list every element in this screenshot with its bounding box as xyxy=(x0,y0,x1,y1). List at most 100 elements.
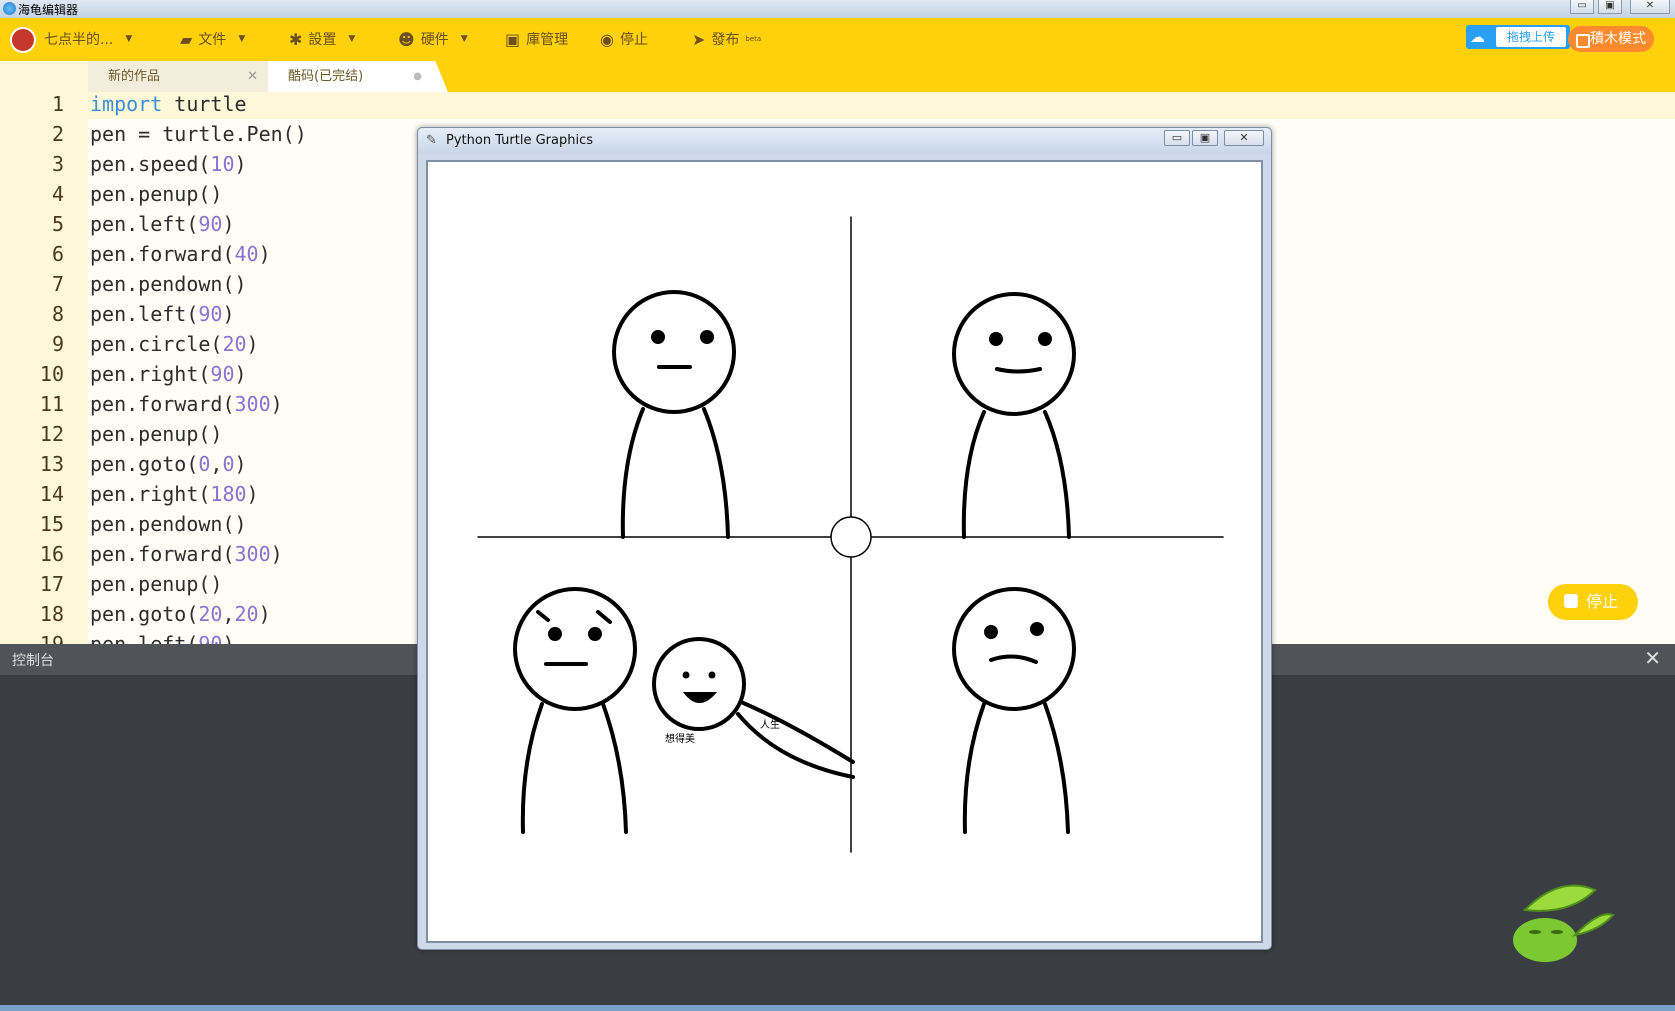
code-text: pen.penup() xyxy=(90,572,223,596)
drag-upload-label: 拖拽上传 xyxy=(1496,27,1566,47)
chevron-down-icon: ▼ xyxy=(238,34,246,44)
line-number: 17 xyxy=(39,572,64,596)
turtle-graphics-window[interactable]: ✎ Python Turtle Graphics ▭ ▣ ✕ 人生 想得美 xyxy=(417,127,1272,950)
unsaved-dot-icon[interactable]: ● xyxy=(413,61,422,92)
tab-new-work[interactable]: 新的作品 ✕ xyxy=(88,61,268,92)
line-number: 10 xyxy=(39,362,64,386)
mascot-plant-icon xyxy=(1513,884,1615,962)
tab-label: 酷码(已完结) xyxy=(288,69,364,84)
block-mode-button[interactable]: 積木模式 xyxy=(1568,26,1654,52)
console-title: 控制台 xyxy=(12,653,54,669)
send-icon: ➤ xyxy=(692,29,706,49)
code-text: pen.penup() xyxy=(90,422,223,446)
line-number: 7 xyxy=(51,272,64,296)
gear-icon: ✱ xyxy=(289,29,303,49)
smile-mouth xyxy=(683,692,717,703)
chevron-down-icon: ▼ xyxy=(125,34,133,44)
folder-icon: ▰ xyxy=(180,29,193,49)
line-number: 1 xyxy=(51,92,64,116)
line-number: 2 xyxy=(51,122,64,146)
file-tabs: 新的作品 ✕ 酷码(已完结) ● xyxy=(0,61,1675,92)
eye-dot xyxy=(1030,622,1044,636)
inbox-icon: ▣ xyxy=(505,29,521,49)
code-text: pen.goto(0,0) xyxy=(90,452,247,476)
close-icon[interactable]: ✕ xyxy=(247,61,258,92)
code-line[interactable]: 1 import turtle xyxy=(0,92,1675,119)
maximize-button[interactable]: ▣ xyxy=(1598,0,1622,14)
settings-menu-label: 設置 xyxy=(308,32,337,48)
code-text: pen.left(90) xyxy=(90,632,235,644)
line-number: 18 xyxy=(39,602,64,626)
turtle-maximize-button[interactable]: ▣ xyxy=(1192,130,1218,146)
feather-icon: ✎ xyxy=(426,133,437,148)
code-text: pen.pendown() xyxy=(90,272,247,296)
line-number: 3 xyxy=(51,152,64,176)
tab-kuma[interactable]: 酷码(已完结) ● xyxy=(268,61,448,92)
user-name: 七点半的... xyxy=(44,32,114,48)
line-number: 16 xyxy=(39,542,64,566)
eye-dot xyxy=(651,330,665,344)
turtle-canvas[interactable]: 人生 想得美 xyxy=(426,160,1263,943)
cloud-icon: ☁ xyxy=(1470,28,1485,46)
turtle-close-button[interactable]: ✕ xyxy=(1224,130,1264,146)
main-toolbar: 七点半的... ▼ ▰ 文件 ▼ ✱ 設置 ▼ ☻ 硬件 ▼ ▣ 庫管理 ◉ 停止 ➤ 發布 beta… xyxy=(0,18,1675,61)
code-text: pen.goto(20,20) xyxy=(90,602,271,626)
library-button[interactable]: ▣ 庫管理 xyxy=(505,29,568,49)
chevron-down-icon: ▼ xyxy=(460,34,468,44)
stop-button[interactable]: ◉ 停止 xyxy=(600,29,648,49)
chevron-down-icon: ▼ xyxy=(348,34,356,44)
line-number: 15 xyxy=(39,512,64,536)
code-text: pen.speed(10) xyxy=(90,152,247,176)
taskbar xyxy=(0,1005,1675,1011)
tab-label: 新的作品 xyxy=(108,69,161,84)
user-menu[interactable]: 七点半的... ▼ xyxy=(44,29,132,49)
code-text: pen.pendown() xyxy=(90,512,247,536)
user-avatar[interactable] xyxy=(10,27,36,53)
library-label: 庫管理 xyxy=(526,32,569,48)
minimize-button[interactable]: ▭ xyxy=(1570,0,1594,14)
code-text: pen.forward(40) xyxy=(90,242,271,266)
code-text: pen.left(90) xyxy=(90,212,235,236)
robot-icon: ☻ xyxy=(398,29,415,49)
publish-button[interactable]: ➤ 發布 beta xyxy=(692,29,761,49)
app-logo-icon xyxy=(3,2,16,15)
line-number: 5 xyxy=(51,212,64,236)
line-number: 6 xyxy=(51,242,64,266)
eye-dot xyxy=(984,625,998,639)
line-number: 4 xyxy=(51,182,64,206)
label-dream: 想得美 xyxy=(665,732,695,745)
publish-label: 發布 xyxy=(711,32,740,48)
code-text: pen.left(90) xyxy=(90,302,235,326)
figure-top-left xyxy=(612,290,736,539)
line-number: 9 xyxy=(51,332,64,356)
figure-bottom-right xyxy=(952,587,1076,834)
app-title: 海龟编辑器 xyxy=(18,3,79,17)
code-text: pen.right(180) xyxy=(90,482,259,506)
beta-badge: beta xyxy=(745,35,762,43)
floating-stop-button[interactable]: 停止 xyxy=(1548,584,1638,620)
eye-dot xyxy=(588,627,602,641)
eye-dot xyxy=(548,627,562,641)
console-close-button[interactable]: ✕ xyxy=(1644,646,1661,670)
stop-icon: ◉ xyxy=(600,29,614,49)
eye-dot xyxy=(682,671,690,679)
turtle-minimize-button[interactable]: ▭ xyxy=(1164,130,1190,146)
tabs-gutter-spacer xyxy=(0,61,88,92)
hardware-menu[interactable]: ☻ 硬件 ▼ xyxy=(398,29,468,49)
code-text: pen.forward(300) xyxy=(90,542,283,566)
file-menu[interactable]: ▰ 文件 ▼ xyxy=(180,29,245,49)
turtle-drawing: 人生 想得美 xyxy=(477,216,1224,853)
hardware-menu-label: 硬件 xyxy=(420,32,449,48)
eye-dot xyxy=(708,671,716,679)
code-text: import turtle xyxy=(90,92,247,116)
turtle-window-title: Python Turtle Graphics xyxy=(446,133,593,148)
code-text: pen.penup() xyxy=(90,182,223,206)
label-life: 人生 xyxy=(760,718,780,731)
eye-dot xyxy=(1038,332,1052,346)
stop-label: 停止 xyxy=(619,32,648,48)
close-window-button[interactable]: ✕ xyxy=(1630,0,1670,14)
code-text: pen.right(90) xyxy=(90,362,247,386)
settings-menu[interactable]: ✱ 設置 ▼ xyxy=(289,29,355,49)
drag-upload-button[interactable]: ☁ 拖拽上传 xyxy=(1466,25,1570,49)
turtle-window-caption: ✎ Python Turtle Graphics ▭ ▣ ✕ xyxy=(418,128,1271,154)
